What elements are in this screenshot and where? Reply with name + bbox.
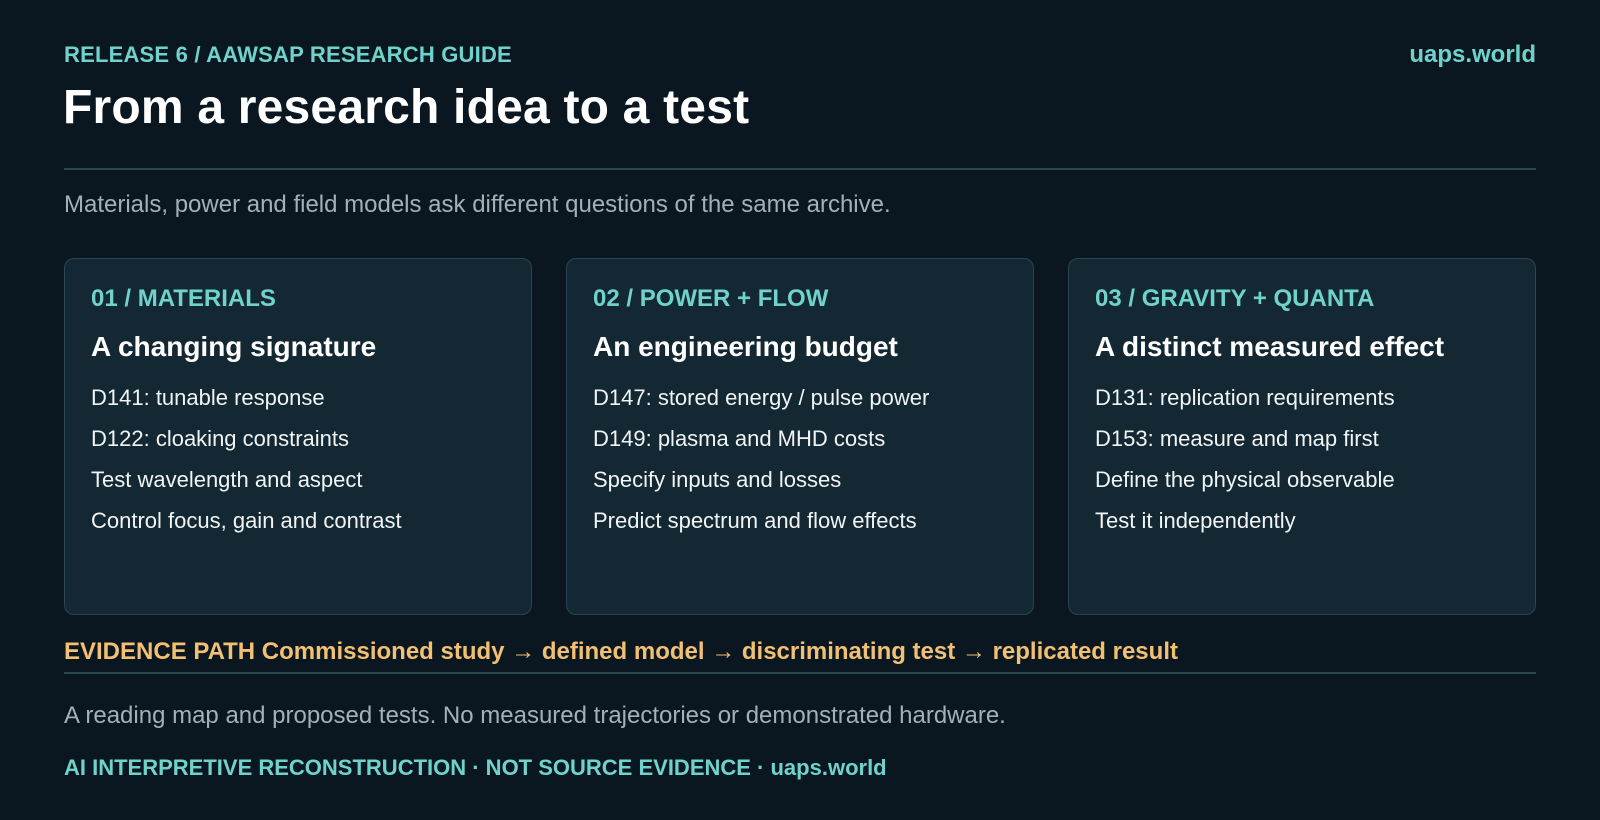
card-list: D131: replication requirements D153: mea…	[1095, 385, 1509, 534]
page-subtitle: Materials, power and field models ask di…	[64, 191, 891, 218]
card-list: D147: stored energy / pulse power D149: …	[593, 385, 1007, 534]
list-item: D141: tunable response	[91, 385, 325, 410]
page: RELEASE 6 / AAWSAP RESEARCH GUIDE uaps.w…	[0, 0, 1600, 820]
list-item: Define the physical observable	[1095, 467, 1395, 492]
page-title: From a research idea to a test	[63, 81, 750, 134]
list-item: Control focus, gain and contrast	[91, 508, 402, 533]
card-tag: 02 / POWER + FLOW	[593, 285, 829, 312]
list-item: D122: cloaking constraints	[91, 426, 350, 451]
card-tag: 03 / GRAVITY + QUANTA	[1095, 285, 1375, 312]
list-item: D149: plasma and MHD costs	[593, 426, 886, 451]
list-item: D153: measure and map first	[1095, 426, 1379, 451]
card-heading: A distinct measured effect	[1095, 331, 1445, 362]
card-tag: 01 / MATERIALS	[91, 285, 276, 312]
list-item: Specify inputs and losses	[593, 467, 842, 492]
card-heading: An engineering budget	[593, 331, 898, 362]
disclaimer-note: A reading map and proposed tests. No mea…	[64, 702, 1006, 729]
footer-credit: AI INTERPRETIVE RECONSTRUCTION · NOT SOU…	[64, 755, 887, 780]
divider-bottom	[64, 672, 1536, 674]
list-item: Predict spectrum and flow effects	[593, 508, 917, 533]
site-link[interactable]: uaps.world	[1409, 41, 1536, 69]
release-eyebrow: RELEASE 6 / AAWSAP RESEARCH GUIDE	[64, 42, 512, 67]
evidence-path: EVIDENCE PATH Commissioned study → defin…	[64, 638, 1178, 665]
card-list: D141: tunable response D122: cloaking co…	[91, 385, 505, 534]
list-item: D147: stored energy / pulse power	[593, 385, 930, 410]
list-item: D131: replication requirements	[1095, 385, 1395, 410]
card-power-flow: 02 / POWER + FLOW An engineering budget …	[566, 258, 1034, 615]
list-item: Test it independently	[1095, 508, 1296, 533]
divider-top	[64, 168, 1536, 170]
card-heading: A changing signature	[91, 331, 377, 362]
list-item: Test wavelength and aspect	[91, 467, 363, 492]
card-gravity-quanta: 03 / GRAVITY + QUANTA A distinct measure…	[1068, 258, 1536, 615]
card-row: 01 / MATERIALS A changing signature D141…	[64, 258, 1536, 615]
card-materials: 01 / MATERIALS A changing signature D141…	[64, 258, 532, 615]
